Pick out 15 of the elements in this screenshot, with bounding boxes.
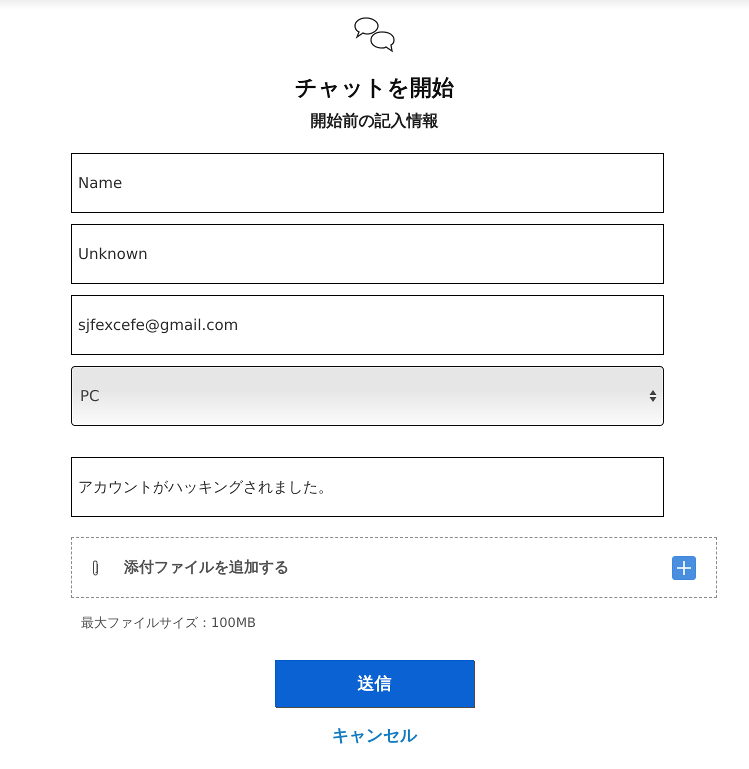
input-field[interactable]: アカウントがハッキングされました。 — [71, 457, 664, 517]
dialog-subtitle: 開始前の記入情報 — [310, 110, 438, 132]
file-size-note: 最大ファイルサイズ：100MB — [81, 615, 256, 632]
plus-icon[interactable] — [672, 556, 696, 580]
input-field[interactable]: sjfexcefe@gmail.com — [71, 295, 664, 355]
attachment-area[interactable]: 添付ファイルを追加する — [71, 537, 717, 598]
cancel-link[interactable]: キャンセル — [332, 724, 417, 747]
input-field[interactable]: Unknown — [71, 224, 664, 284]
dialog-title: チャットを開始 — [295, 75, 454, 103]
select-field[interactable]: PC — [71, 366, 664, 426]
attach-label: 添付ファイルを追加する — [124, 558, 289, 577]
dropdown-arrows-icon — [649, 389, 657, 403]
submit-button[interactable]: 送信 — [275, 660, 474, 707]
input-field[interactable]: Name — [71, 153, 664, 213]
paperclip-icon — [91, 560, 100, 576]
